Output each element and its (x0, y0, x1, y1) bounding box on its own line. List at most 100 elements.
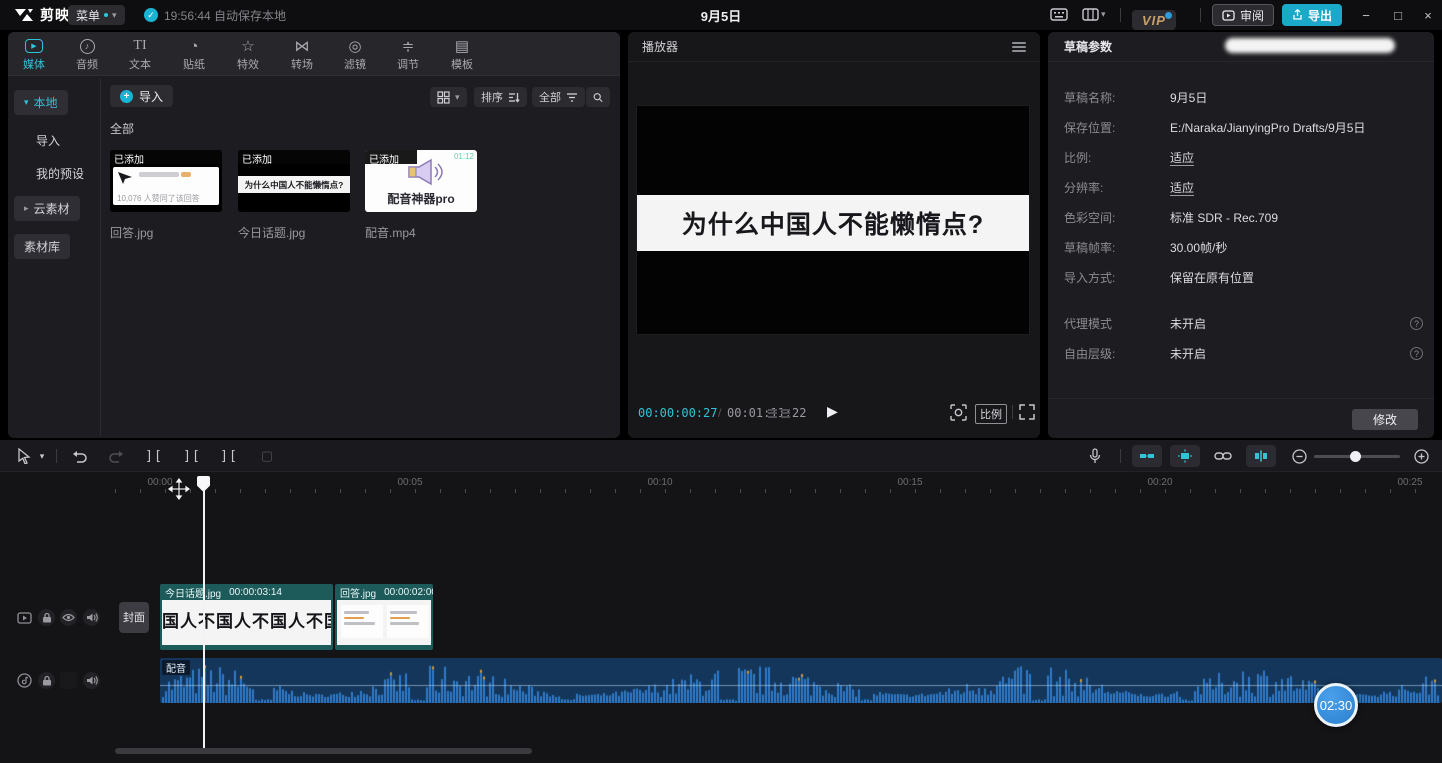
ratio-button[interactable]: 比例 (975, 404, 1007, 424)
media-icon: ▶ (25, 39, 43, 53)
clip-answer[interactable]: 回答.jpg 00:00:02:00 (335, 584, 433, 650)
tab-filter[interactable]: ◎ 滤镜 (329, 36, 381, 74)
track-toggle-placeholder[interactable] (60, 672, 77, 689)
ruler-tick (640, 489, 641, 493)
redo-button[interactable] (105, 440, 127, 472)
main-track-magnet-button[interactable] (1132, 445, 1162, 467)
import-label: 导入 (139, 88, 163, 105)
delete-button[interactable]: ▢ (257, 440, 277, 472)
ruler-tick (265, 489, 266, 493)
media-item-topic[interactable]: 已添加 为什么中国人不能懒惰点? (238, 150, 350, 212)
timeline-zoom-slider-handle[interactable] (1350, 451, 1361, 462)
undo-button[interactable] (68, 440, 90, 472)
layout-switch-button[interactable]: ▾ (1082, 8, 1106, 21)
hide-track-button[interactable] (60, 609, 77, 626)
zoom-in-button[interactable] (1412, 440, 1430, 472)
mute-track-button[interactable] (83, 609, 100, 626)
tab-template[interactable]: ▤ 模板 (436, 36, 488, 74)
tab-adjust[interactable]: ≑ 调节 (382, 36, 434, 74)
redo-icon (109, 450, 124, 463)
track-type-video-icon (16, 609, 33, 626)
added-badge: 已添加 (238, 150, 350, 164)
maximize-button[interactable]: □ (1384, 8, 1412, 23)
fullscreen-icon[interactable] (1019, 404, 1035, 420)
playhead-line[interactable] (203, 476, 205, 748)
clip-thumbnail-strip (337, 600, 431, 645)
tab-text[interactable]: TI 文本 (114, 36, 166, 74)
split-right-button[interactable]: ][ (219, 440, 239, 472)
timeline-toolbar: ▾ ][ ][ ][ ▢ (0, 440, 1442, 472)
frame-step-icon[interactable] (768, 407, 777, 419)
help-icon[interactable]: ? (1410, 317, 1423, 330)
resolution-dropdown[interactable]: 适应 (1170, 179, 1194, 196)
mute-track-button[interactable] (83, 672, 100, 689)
view-mode-button[interactable]: ▾ (430, 87, 467, 107)
tab-transition[interactable]: ⋈ 转场 (276, 36, 328, 74)
linkage-button[interactable] (1210, 440, 1236, 472)
clip-topic[interactable]: 今日话题.jpg 00:00:03:14 国人不国人不国人不国人 (160, 584, 333, 650)
play-button[interactable]: ▶ (827, 403, 838, 420)
media-item-answer[interactable]: 已添加 10,076 人赞同了该回答 (110, 150, 222, 212)
timeline-ruler[interactable]: 00:0000:0500:1000:1500:2000:25 (0, 474, 1442, 496)
clip-thumbnail-strip: 国人不国人不国人不国人 (162, 600, 331, 645)
chevron-down-icon: ▾ (455, 93, 460, 102)
sidebar-item-cloud[interactable]: ▸ 云素材 (14, 196, 80, 221)
audio-clip[interactable]: 配音 (160, 658, 1442, 703)
tab-audio[interactable]: ♪ 音频 (61, 36, 113, 74)
select-tool-button[interactable] (14, 440, 34, 472)
sidebar-item-import[interactable]: 导入 (36, 132, 60, 149)
chevron-down-icon[interactable]: ▾ (36, 440, 48, 472)
keyboard-icon (1050, 8, 1068, 21)
cover-button[interactable]: 封面 (119, 602, 149, 633)
tab-effects[interactable]: ☆ 特效 (222, 36, 274, 74)
draft-field-row: 分辨率: 适应 (1048, 179, 1434, 199)
record-voiceover-button[interactable] (1085, 440, 1105, 472)
field-label: 导入方式: (1064, 269, 1115, 286)
modify-button[interactable]: 修改 (1352, 409, 1418, 430)
tab-sticker[interactable]: ◔ 贴纸 (168, 36, 220, 74)
help-icon[interactable]: ? (1410, 347, 1423, 360)
added-badge: 已添加 (365, 150, 417, 164)
blurred-text-bar (139, 172, 179, 177)
tab-media[interactable]: ▶ 媒体 (8, 36, 60, 74)
zoom-in-icon (1414, 449, 1429, 464)
move-cursor-icon (168, 478, 190, 500)
ratio-dropdown[interactable]: 适应 (1170, 149, 1194, 166)
split-left-button[interactable]: ][ (144, 440, 164, 472)
horizontal-scrollbar[interactable] (115, 748, 532, 754)
shortcut-keyboard-button[interactable] (1050, 8, 1068, 21)
ruler-tick (1365, 489, 1366, 493)
sort-icon (508, 92, 520, 103)
zoom-out-button[interactable] (1290, 440, 1308, 472)
player-menu-icon[interactable] (1012, 40, 1026, 54)
sidebar-item-presets[interactable]: 我的预设 (36, 165, 84, 182)
media-item-voiceover[interactable]: 已添加 01:12 配音神器pro (365, 150, 477, 212)
lock-track-button[interactable] (38, 609, 55, 626)
filter-all-button[interactable]: 全部 (532, 87, 585, 107)
search-button[interactable] (586, 87, 610, 107)
ruler-tick (990, 489, 991, 493)
vip-button[interactable]: VIP (1132, 10, 1176, 30)
sort-button[interactable]: 排序 (474, 87, 527, 107)
close-button[interactable]: × (1414, 8, 1442, 23)
minimize-button[interactable]: − (1352, 8, 1380, 23)
ruler-tick (515, 489, 516, 493)
audio-clip-name: 配音 (162, 660, 190, 675)
preview-quality-icon[interactable] (950, 404, 967, 421)
clip-name: 今日话题.jpg (165, 585, 221, 600)
preview-axis-button[interactable] (1246, 445, 1276, 467)
sidebar-item-library[interactable]: 素材库 (14, 234, 70, 259)
import-button[interactable]: + 导入 (110, 85, 173, 107)
tab-label: 贴纸 (183, 56, 205, 72)
tab-label: 模板 (451, 56, 473, 72)
frame-step-icon[interactable] (781, 407, 790, 419)
export-button[interactable]: 导出 (1282, 4, 1342, 26)
player-title: 播放器 (642, 38, 678, 55)
split-button[interactable]: ][ (182, 440, 202, 472)
auto-snap-button[interactable] (1170, 445, 1200, 467)
ruler-tick (915, 489, 916, 493)
current-timecode: 00:00:00:27 (638, 406, 717, 420)
lock-track-button[interactable] (38, 672, 55, 689)
sidebar-item-local[interactable]: ▾ 本地 (14, 90, 68, 115)
review-button[interactable]: 审阅 (1212, 4, 1274, 26)
